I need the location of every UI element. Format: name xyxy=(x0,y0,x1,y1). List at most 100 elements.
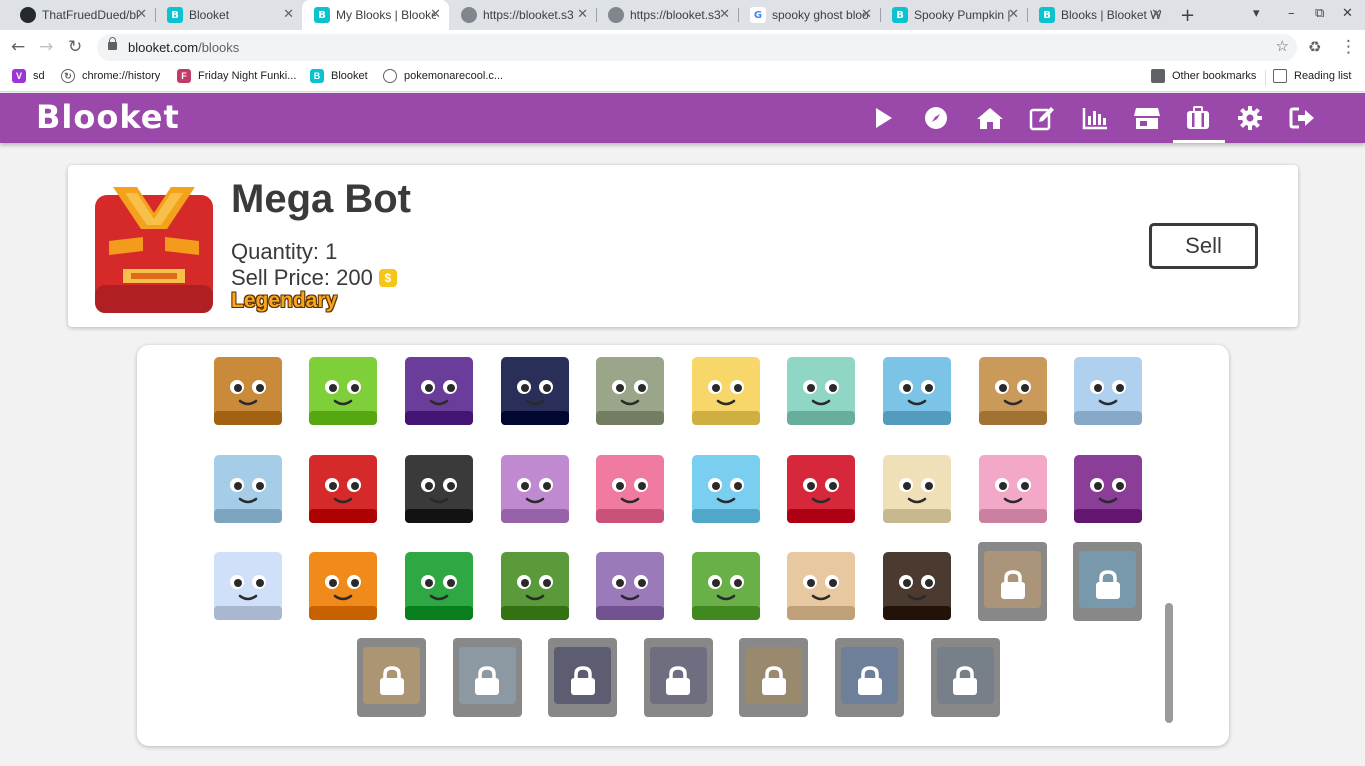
nav-stats[interactable] xyxy=(1070,93,1120,143)
nav-logout[interactable] xyxy=(1277,93,1327,143)
browser-tab-title: https://blooket.s3 xyxy=(483,8,574,22)
blook-swamp-monster[interactable] xyxy=(405,552,473,620)
blook-clownfish[interactable] xyxy=(596,455,664,523)
blook-zombie-brain[interactable] xyxy=(214,455,282,523)
browser-tab[interactable]: B Spooky Pumpkin | ✕ xyxy=(880,0,1027,30)
blook-narwhal[interactable] xyxy=(214,552,282,620)
blook-locked-blook-6[interactable] xyxy=(643,638,713,717)
browser-menu-icon[interactable]: ⋮ xyxy=(1340,37,1357,57)
tab-separator xyxy=(155,8,156,22)
blook-lovely-bot[interactable] xyxy=(1074,357,1142,425)
url-path: /blooks xyxy=(198,40,240,55)
nav-create[interactable] xyxy=(1017,93,1067,143)
browser-tab[interactable]: B My Blooks | Blooket ✕ xyxy=(302,0,449,30)
bookmark-fnf[interactable]: F Friday Night Funki... xyxy=(177,69,296,83)
close-icon[interactable]: ✕ xyxy=(1151,7,1162,23)
blook-old-boot-bot[interactable] xyxy=(596,357,664,425)
extensions-icon[interactable]: ♻ xyxy=(1308,37,1321,57)
blook-locked-blook-1[interactable] xyxy=(978,542,1047,621)
other-bookmarks[interactable]: Other bookmarks xyxy=(1151,69,1256,83)
blook-locked-blook-2[interactable] xyxy=(1073,542,1142,621)
history-icon: ↻ xyxy=(61,69,75,83)
bookmark-history[interactable]: ↻ chrome://history xyxy=(61,69,160,83)
blook-blobfish[interactable] xyxy=(979,455,1047,523)
close-icon[interactable]: ✕ xyxy=(861,7,872,23)
blook-old-boot[interactable] xyxy=(405,455,473,523)
close-icon[interactable]: ✕ xyxy=(136,7,147,23)
close-icon[interactable]: ✕ xyxy=(430,7,441,23)
blook-locked-blook-3[interactable] xyxy=(357,638,426,717)
blook-locked-blook-5[interactable] xyxy=(548,638,618,717)
blook-mega-bot[interactable] xyxy=(309,455,377,523)
bookmark-sd[interactable]: Vsd xyxy=(12,69,45,83)
browser-tab[interactable]: ThatFruedDued/bl ✕ xyxy=(8,0,155,30)
blook-alien[interactable] xyxy=(309,357,377,425)
window-close-icon[interactable]: ✕ xyxy=(1342,6,1353,21)
blook-crab[interactable] xyxy=(787,455,855,523)
restore-icon[interactable]: ⧉ xyxy=(1315,6,1324,21)
blook-mummy[interactable] xyxy=(214,357,282,425)
blook-octopus[interactable] xyxy=(1074,455,1142,523)
back-arrow-icon[interactable]: ← xyxy=(11,37,25,57)
blook-pufferfish[interactable] xyxy=(883,455,951,523)
blook-locked-blook-7[interactable] xyxy=(739,638,809,717)
bookmark-label: chrome://history xyxy=(82,70,161,82)
bookmark-star-icon[interactable]: ☆ xyxy=(1276,37,1289,55)
mega-bot-blook-image xyxy=(95,187,213,313)
blook-ufo[interactable] xyxy=(405,357,473,425)
blook-buddy-bot[interactable] xyxy=(979,357,1047,425)
logout-icon xyxy=(1289,107,1314,129)
reload-icon[interactable]: ↻ xyxy=(68,37,82,57)
reading-list-icon xyxy=(1273,69,1287,83)
create-icon xyxy=(1029,107,1054,131)
bookmark-label: Blooket xyxy=(331,70,368,82)
blook-pumpkin[interactable] xyxy=(309,552,377,620)
blook-angry-bot[interactable] xyxy=(787,357,855,425)
profile-dropdown-icon[interactable]: ▾ xyxy=(1253,6,1260,21)
blook-locked-blook-4[interactable] xyxy=(452,638,522,717)
blook-werewolf[interactable] xyxy=(883,552,951,620)
forward-arrow-icon[interactable]: → xyxy=(39,37,53,57)
nav-home[interactable] xyxy=(965,93,1015,143)
blooket-icon: B xyxy=(1039,7,1055,23)
browser-tab[interactable]: B Blooket ✕ xyxy=(155,0,302,30)
blook-frog[interactable] xyxy=(692,455,760,523)
blook-jellyfish[interactable] xyxy=(501,455,569,523)
blooks-grid[interactable] xyxy=(137,345,1229,746)
blook-locked-blook-9[interactable] xyxy=(930,638,1000,717)
bookmark-pokemon[interactable]: pokemonarecool.c... xyxy=(383,69,503,83)
nav-market[interactable] xyxy=(1122,93,1172,143)
blook-rocket[interactable] xyxy=(501,357,569,425)
address-bar[interactable]: blooket.com/blooks ☆ xyxy=(97,34,1297,61)
close-icon[interactable]: ✕ xyxy=(719,7,730,23)
close-icon[interactable]: ✕ xyxy=(577,7,588,23)
blook-watson[interactable] xyxy=(883,357,951,425)
grid-scrollbar[interactable] xyxy=(1165,603,1173,723)
browser-tab[interactable]: Gspooky ghost bloo ✕ xyxy=(738,0,880,30)
blook-vampire[interactable] xyxy=(596,552,664,620)
browser-tab[interactable]: B Blooks | Blooket W ✕ xyxy=(1027,0,1170,30)
close-icon[interactable]: ✕ xyxy=(283,7,294,23)
blook-rarity: Legendary xyxy=(231,289,338,312)
nav-blooks[interactable] xyxy=(1173,93,1225,143)
nav-settings[interactable] xyxy=(1225,93,1275,143)
browser-tab[interactable]: https://blooket.s3 ✕ xyxy=(596,0,738,30)
blook-zombie[interactable] xyxy=(692,552,760,620)
close-icon[interactable]: ✕ xyxy=(1008,7,1019,23)
bookmark-blooket[interactable]: B Blooket xyxy=(310,69,368,83)
nav-discover[interactable] xyxy=(911,93,961,143)
new-tab-icon[interactable]: + xyxy=(1180,5,1195,26)
nav-play[interactable] xyxy=(858,93,908,143)
browser-tab-title: https://blooket.s3 xyxy=(630,8,721,22)
blooket-logo[interactable]: Blooket xyxy=(36,98,180,136)
discover-icon xyxy=(925,107,947,129)
fnf-icon: F xyxy=(177,69,191,83)
blook-frankenstein[interactable] xyxy=(501,552,569,620)
blook-mummy-wrap[interactable] xyxy=(787,552,855,620)
reading-list[interactable]: Reading list xyxy=(1273,69,1351,83)
sell-button[interactable]: Sell xyxy=(1149,223,1258,269)
minimize-icon[interactable]: – xyxy=(1288,6,1295,21)
browser-tab[interactable]: https://blooket.s3 ✕ xyxy=(449,0,596,30)
blook-happy-bot[interactable] xyxy=(692,357,760,425)
blook-locked-blook-8[interactable] xyxy=(835,638,904,717)
